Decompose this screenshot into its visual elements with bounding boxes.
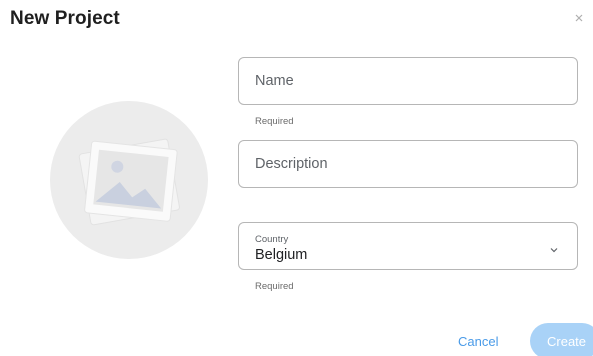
project-image-placeholder[interactable] <box>50 101 208 259</box>
new-project-dialog: New Project Name Required Description Co… <box>0 0 593 356</box>
dialog-title: New Project <box>10 8 120 29</box>
image-icon <box>78 138 180 226</box>
name-helper-text: Required <box>255 116 294 127</box>
country-select[interactable]: Country Belgium <box>238 222 578 270</box>
name-placeholder: Name <box>255 73 294 89</box>
chevron-down-icon <box>549 242 559 253</box>
close-icon[interactable] <box>571 10 587 26</box>
country-helper-text: Required <box>255 281 294 292</box>
description-placeholder: Description <box>255 156 328 172</box>
country-label: Country <box>255 234 289 245</box>
description-field[interactable]: Description <box>238 140 578 188</box>
cancel-button[interactable]: Cancel <box>458 334 498 349</box>
name-field[interactable]: Name <box>238 57 578 105</box>
create-button[interactable]: Create <box>530 323 593 356</box>
country-value: Belgium <box>255 247 308 263</box>
